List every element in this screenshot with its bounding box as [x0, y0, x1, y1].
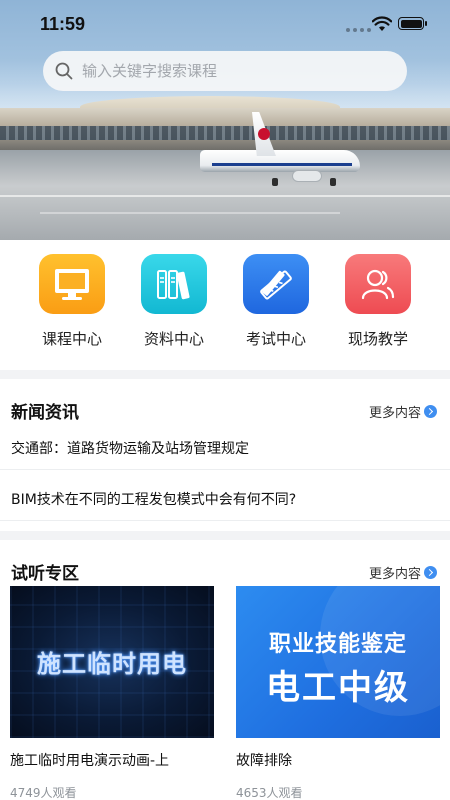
course-view-count: 4749人观看: [10, 786, 77, 800]
chevron-right-icon: [424, 405, 437, 418]
airplane-body: [200, 150, 360, 172]
news-more-link[interactable]: 更多内容: [369, 402, 437, 421]
more-link-label: 更多内容: [368, 406, 421, 421]
course-thumbnail[interactable]: 职业技能鉴定 电工中级: [236, 586, 440, 738]
course-card[interactable]: 职业技能鉴定 电工中级 故障排除 4653人观看: [236, 586, 440, 800]
landing-gear: [272, 178, 278, 186]
thumbnail-title: 施工临时用电: [37, 650, 187, 678]
course-view-count: 4653人观看: [236, 786, 303, 800]
thumbnail-title: 电工中级: [266, 668, 410, 708]
search-bar[interactable]: [43, 51, 407, 91]
landing-gear: [330, 178, 336, 186]
course-title[interactable]: 施工临时用电演示动画-上: [10, 750, 214, 770]
course-thumbnail[interactable]: 施工临时用电: [10, 586, 214, 738]
category-resource-center[interactable]: 资料中心: [129, 254, 219, 349]
runway-line: [0, 195, 450, 197]
airplane-engine: [292, 170, 322, 182]
course-title[interactable]: 故障排除: [236, 750, 440, 770]
search-icon: [55, 62, 73, 80]
category-course-center[interactable]: 课程中心: [27, 254, 117, 349]
trial-more-link[interactable]: 更多内容: [369, 563, 437, 582]
users-icon: [345, 254, 411, 314]
monitor-icon: [39, 254, 105, 314]
wifi-icon: [372, 16, 392, 31]
battery-icon: [398, 17, 427, 30]
more-link-label: 更多内容: [368, 567, 421, 582]
trial-section-title: 试听专区: [11, 564, 79, 584]
terminal-windows: [0, 126, 450, 140]
pencil-ruler-icon: [243, 254, 309, 314]
airline-logo: [258, 128, 270, 140]
status-time: 11:59: [40, 14, 86, 34]
chevron-right-icon: [424, 566, 437, 579]
search-input[interactable]: [82, 62, 382, 80]
category-label: 现场教学: [347, 330, 408, 348]
category-field-teaching[interactable]: 现场教学: [333, 254, 423, 349]
books-icon: [141, 254, 207, 314]
category-exam-center[interactable]: 考试中心: [231, 254, 321, 349]
thumbnail-subtitle: 职业技能鉴定: [268, 632, 407, 657]
section-divider: [0, 531, 450, 540]
cellular-signal-icon: [346, 28, 371, 32]
section-divider: [0, 370, 450, 379]
news-item[interactable]: 交通部：道路货物运输及站场管理规定: [0, 426, 450, 470]
news-section-title: 新闻资讯: [11, 403, 79, 423]
airplane-stripe: [212, 163, 352, 166]
category-label: 考试中心: [245, 330, 306, 348]
runway-line: [40, 212, 340, 214]
category-label: 资料中心: [143, 330, 204, 348]
news-item[interactable]: BIM技术在不同的工程发包模式中会有何不同?: [0, 477, 450, 521]
course-card[interactable]: 施工临时用电 施工临时用电演示动画-上 4749人观看: [10, 586, 214, 800]
status-bar: 11:59: [0, 0, 450, 50]
category-label: 课程中心: [41, 330, 102, 348]
category-grid: 课程中心 资料中心 考试中心 现场教学: [0, 240, 450, 370]
